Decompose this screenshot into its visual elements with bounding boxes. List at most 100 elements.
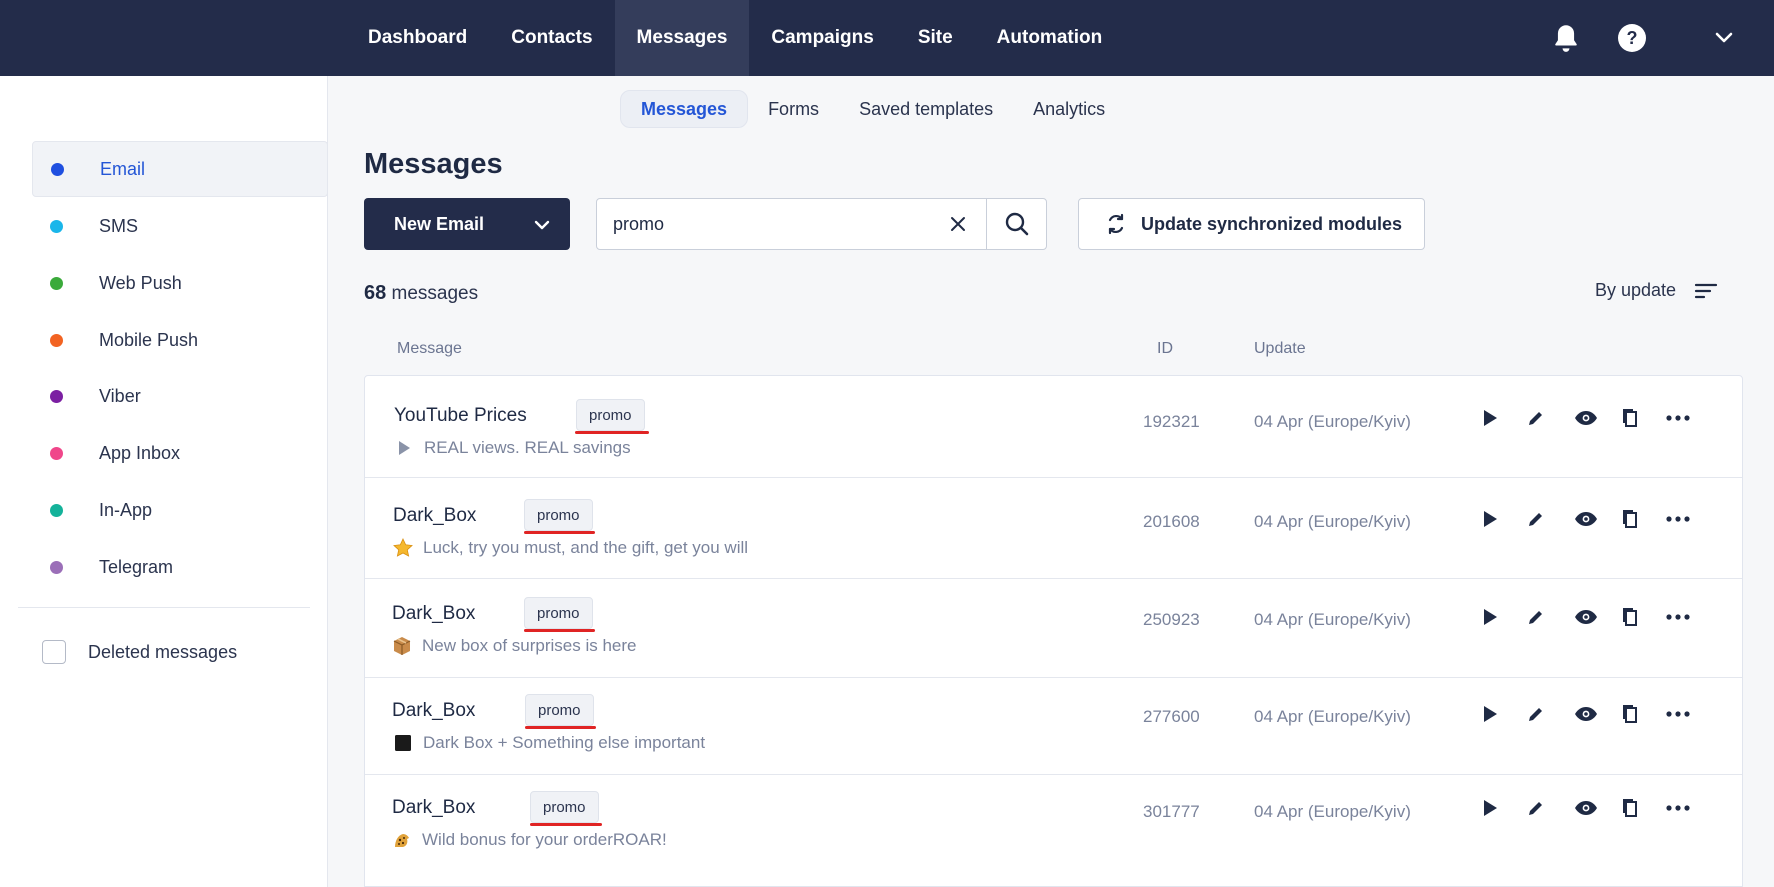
row-actions: [1475, 699, 1693, 729]
search-input[interactable]: [613, 199, 913, 249]
more-dots-icon[interactable]: [1663, 793, 1693, 823]
edit-pencil-icon[interactable]: [1521, 699, 1551, 729]
message-title[interactable]: YouTube Prices: [394, 405, 527, 427]
sidebar-item-label: In-App: [99, 499, 153, 520]
table-row[interactable]: Dark_Box promo Dark Box + Something else…: [365, 678, 1742, 775]
message-title[interactable]: Dark_Box: [392, 797, 475, 819]
sidebar-item-label: Email: [100, 158, 146, 179]
table-row[interactable]: Dark_Box promo Luck, try you must, and t…: [365, 478, 1742, 579]
nav-dashboard[interactable]: Dashboard: [346, 0, 489, 76]
more-dots-icon[interactable]: [1663, 602, 1693, 632]
tab-messages[interactable]: Messages: [620, 90, 749, 128]
copy-icon[interactable]: [1615, 793, 1645, 823]
sidebar-item-app-inbox[interactable]: App Inbox: [32, 425, 328, 481]
column-header-message: Message: [397, 340, 462, 357]
message-subject: New box of surprises is here: [392, 636, 636, 656]
nav-campaigns[interactable]: Campaigns: [749, 0, 895, 76]
message-title[interactable]: Dark_Box: [392, 700, 475, 722]
sidebar-item-label: Telegram: [99, 556, 174, 577]
edit-pencil-icon[interactable]: [1521, 793, 1551, 823]
messages-table: YouTube Prices promo REAL views. REAL sa…: [364, 375, 1743, 887]
promo-tag: promo: [576, 399, 645, 431]
message-subject: Luck, try you must, and the gift, get yo…: [393, 538, 748, 558]
star-emoji-icon: [393, 538, 413, 558]
sidebar-item-web-push[interactable]: Web Push: [32, 255, 328, 311]
channel-dot: [50, 446, 63, 460]
play-icon[interactable]: [1475, 793, 1505, 823]
message-update-date: 04 Apr (Europe/Kyiv): [1254, 512, 1411, 531]
message-count-number: 68: [364, 282, 387, 304]
message-id: 277600: [1143, 707, 1200, 726]
play-icon[interactable]: [1475, 699, 1505, 729]
promo-tag: promo: [525, 694, 594, 726]
column-header-update: Update: [1254, 340, 1306, 357]
leopard-emoji-icon: [392, 830, 412, 850]
deleted-messages-checkbox[interactable]: [42, 640, 66, 664]
message-id: 201608: [1143, 512, 1200, 531]
table-row[interactable]: Dark_Box promo New box of surprises is h…: [365, 579, 1742, 678]
play-icon[interactable]: [1475, 602, 1505, 632]
chevron-down-icon[interactable]: [1702, 16, 1746, 60]
sidebar-item-email[interactable]: Email: [32, 141, 328, 197]
nav-site[interactable]: Site: [896, 0, 975, 76]
preview-eye-icon[interactable]: [1571, 602, 1601, 632]
nav-automation[interactable]: Automation: [975, 0, 1125, 76]
table-row[interactable]: YouTube Prices promo REAL views. REAL sa…: [365, 376, 1742, 478]
row-actions: [1475, 403, 1693, 433]
channel-dot: [50, 503, 63, 517]
sort-control[interactable]: By update: [1595, 280, 1718, 301]
edit-pencil-icon[interactable]: [1521, 403, 1551, 433]
chevron-down-icon[interactable]: [534, 215, 550, 236]
tab-analytics[interactable]: Analytics: [1013, 90, 1125, 128]
edit-pencil-icon[interactable]: [1521, 602, 1551, 632]
channel-dot: [50, 389, 63, 403]
message-subject-text: Luck, try you must, and the gift, get yo…: [423, 538, 749, 557]
sidebar-item-label: SMS: [99, 215, 139, 236]
tab-saved-templates[interactable]: Saved templates: [839, 90, 1013, 128]
copy-icon[interactable]: [1615, 403, 1645, 433]
sidebar-item-in-app[interactable]: In-App: [32, 482, 328, 538]
copy-icon[interactable]: [1615, 699, 1645, 729]
nav-messages[interactable]: Messages: [614, 0, 750, 76]
message-title[interactable]: Dark_Box: [393, 505, 476, 527]
sidebar-item-label: Mobile Push: [99, 329, 199, 350]
message-count: 68 messages: [364, 282, 478, 305]
update-label: Update synchronized modules: [1141, 213, 1403, 234]
more-dots-icon[interactable]: [1663, 403, 1693, 433]
sort-label: By update: [1595, 280, 1677, 300]
sidebar-item-telegram[interactable]: Telegram: [32, 539, 328, 595]
clear-search-icon[interactable]: [945, 211, 971, 237]
play-icon[interactable]: [1475, 504, 1505, 534]
copy-icon[interactable]: [1615, 602, 1645, 632]
sidebar-item-sms[interactable]: SMS: [32, 198, 328, 254]
tab-forms[interactable]: Forms: [748, 90, 839, 128]
copy-icon[interactable]: [1615, 504, 1645, 534]
sidebar-item-mobile-push[interactable]: Mobile Push: [32, 312, 328, 368]
sidebar-item-viber[interactable]: Viber: [32, 368, 328, 424]
help-icon[interactable]: ?: [1610, 16, 1654, 60]
table-row[interactable]: Dark_Box promo Wild bonus for your order…: [365, 775, 1742, 886]
channel-dot: [51, 162, 64, 176]
preview-eye-icon[interactable]: [1571, 504, 1601, 534]
nav-contacts[interactable]: Contacts: [489, 0, 614, 76]
bell-icon[interactable]: [1544, 16, 1588, 60]
deleted-messages-toggle[interactable]: Deleted messages: [42, 640, 237, 664]
new-email-button[interactable]: New Email: [364, 198, 570, 250]
message-title[interactable]: Dark_Box: [392, 603, 475, 625]
update-synchronized-modules-button[interactable]: Update synchronized modules: [1078, 198, 1425, 250]
deleted-messages-label: Deleted messages: [88, 641, 238, 662]
message-subject: REAL views. REAL savings: [394, 438, 631, 458]
column-header-id: ID: [1157, 340, 1173, 357]
edit-pencil-icon[interactable]: [1521, 504, 1551, 534]
message-update-date: 04 Apr (Europe/Kyiv): [1254, 707, 1411, 726]
preview-eye-icon[interactable]: [1571, 403, 1601, 433]
preview-eye-icon[interactable]: [1571, 793, 1601, 823]
preview-eye-icon[interactable]: [1571, 699, 1601, 729]
message-count-suffix: messages: [391, 283, 479, 304]
more-dots-icon[interactable]: [1663, 504, 1693, 534]
tag-highlight-underline: [525, 726, 596, 729]
tag-highlight-underline: [575, 431, 649, 434]
search-button[interactable]: [986, 199, 1046, 249]
play-icon[interactable]: [1475, 403, 1505, 433]
more-dots-icon[interactable]: [1663, 699, 1693, 729]
